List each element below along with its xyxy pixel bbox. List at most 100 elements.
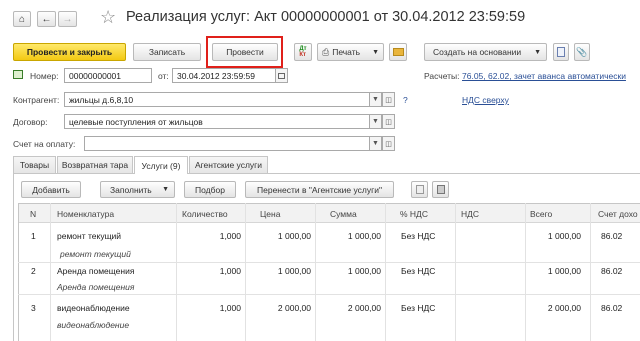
contractor-open-button[interactable]: ◫	[382, 92, 395, 107]
tab-returnable-containers[interactable]: Возвратная тара	[57, 156, 133, 173]
copy-icon	[415, 185, 424, 194]
create-based-on-button[interactable]: Создать на основании ▼	[424, 43, 547, 61]
paperclip-icon: 📎	[576, 46, 588, 57]
date-label: от:	[158, 71, 169, 81]
row-price: 1 000,00	[277, 231, 311, 241]
table-row[interactable]	[19, 295, 640, 341]
print-button[interactable]: ⎙ Печать ▼	[317, 43, 384, 61]
number-label: Номер:	[30, 71, 59, 81]
document-status-icon	[13, 70, 23, 79]
contract-field[interactable]: целевые поступления от жильцов	[64, 114, 370, 129]
column-header-price[interactable]: Цена	[260, 209, 280, 219]
row-income-account: 86.02	[601, 303, 623, 313]
tab-services[interactable]: Услуги (9)	[134, 156, 188, 174]
contractor-dropdown-button[interactable]: ▼	[369, 92, 382, 107]
row-quantity: 1,000	[219, 266, 241, 276]
row-number: 1	[31, 231, 36, 241]
row-sum: 1 000,00	[347, 266, 381, 276]
back-button[interactable]: ←	[37, 11, 56, 27]
help-link[interactable]: ?	[403, 95, 408, 105]
attach-button[interactable]: 📎	[574, 43, 590, 61]
post-button[interactable]: Провести	[212, 43, 278, 61]
settlements-link[interactable]: 76.05, 62.02, зачет аванса автоматически	[462, 71, 626, 81]
contract-dropdown-button[interactable]: ▼	[369, 114, 382, 129]
page-title: Реализация услуг: Акт 00000000001 от 30.…	[126, 9, 526, 25]
row-quantity: 1,000	[219, 231, 241, 241]
invoice-dropdown-button[interactable]: ▼	[369, 136, 382, 151]
chevron-down-icon: ▼	[372, 96, 379, 103]
report-button[interactable]	[553, 43, 569, 61]
row-vat-rate: Без НДС	[401, 303, 436, 313]
arrow-right-icon: →	[62, 13, 73, 25]
settlements-label: Расчеты:	[424, 71, 460, 81]
open-link-icon: ◫	[385, 140, 392, 148]
row-income-account: 86.02	[601, 266, 623, 276]
envelope-icon	[392, 48, 404, 56]
column-header-total[interactable]: Всего	[530, 209, 552, 219]
invoice-open-button[interactable]: ◫	[382, 136, 395, 151]
home-icon: ⌂	[18, 13, 26, 25]
column-header-nomenclature[interactable]: Номенклатура	[57, 209, 114, 219]
row-nomenclature: Аренда помещения	[57, 266, 135, 276]
arrow-left-icon: ←	[41, 13, 52, 25]
row-vat-rate: Без НДС	[401, 266, 436, 276]
chevron-down-icon: ▼	[372, 118, 379, 125]
favorite-star-icon[interactable]: ☆	[100, 7, 116, 28]
dropdown-arrow-icon: ▼	[162, 186, 169, 193]
row-sum: 2 000,00	[347, 303, 381, 313]
row-number: 2	[31, 266, 36, 276]
paste-rows-button[interactable]	[432, 181, 449, 198]
contractor-label: Контрагент:	[13, 95, 60, 105]
vat-link[interactable]: НДС сверху	[462, 95, 509, 105]
tab-goods[interactable]: Товары	[13, 156, 56, 173]
print-label: Печать	[332, 47, 361, 57]
home-button[interactable]: ⌂	[13, 11, 31, 27]
invoice-field[interactable]	[84, 136, 370, 151]
row-nomenclature: ремонт текущий	[57, 231, 122, 241]
create-based-on-label: Создать на основании	[433, 47, 522, 57]
column-header-n[interactable]: N	[30, 209, 36, 219]
fill-button[interactable]: Заполнить ▼	[100, 181, 175, 198]
tab-agent-services[interactable]: Агентские услуги	[189, 156, 268, 173]
row-sum: 1 000,00	[347, 231, 381, 241]
select-button[interactable]: Подбор	[184, 181, 236, 198]
row-total: 2 000,00	[547, 303, 581, 313]
contract-open-button[interactable]: ◫	[382, 114, 395, 129]
save-button[interactable]: Записать	[133, 43, 201, 61]
open-link-icon: ◫	[385, 96, 392, 104]
dt-kt-button[interactable]: Дт Кт	[294, 43, 312, 61]
date-field[interactable]: 30.04.2012 23:59:59	[172, 68, 276, 83]
column-header-quantity[interactable]: Количество	[182, 209, 228, 219]
paste-icon	[436, 185, 445, 194]
row-content: ремонт текущий	[60, 249, 131, 259]
row-total: 1 000,00	[547, 231, 581, 241]
invoice-label: Счет на оплату:	[13, 139, 76, 149]
row-content: видеонаблюдение	[57, 320, 130, 330]
row-vat-rate: Без НДС	[401, 231, 436, 241]
row-nomenclature: видеонаблюдение	[57, 303, 130, 313]
copy-rows-button[interactable]	[411, 181, 428, 198]
dropdown-arrow-icon: ▼	[534, 48, 541, 56]
contract-label: Договор:	[13, 117, 48, 127]
contractor-field[interactable]: жильцы д.6,8,10	[64, 92, 370, 107]
post-and-close-button[interactable]: Провести и закрыть	[13, 43, 126, 61]
row-quantity: 1,000	[219, 303, 241, 313]
row-content: Аренда помещения	[57, 282, 135, 292]
row-total: 1 000,00	[547, 266, 581, 276]
column-header-vat[interactable]: НДС	[461, 209, 479, 219]
row-price: 1 000,00	[277, 266, 311, 276]
calendar-button[interactable]	[275, 68, 288, 83]
number-field[interactable]: 00000000001	[64, 68, 152, 83]
open-link-icon: ◫	[385, 118, 392, 126]
add-row-button[interactable]: Добавить	[21, 181, 81, 198]
dt-kt-icon: Дт Кт	[299, 46, 307, 58]
dropdown-arrow-icon: ▼	[372, 48, 379, 56]
column-header-vat-rate[interactable]: % НДС	[400, 209, 428, 219]
calendar-icon	[278, 72, 285, 79]
move-to-agent-services-button[interactable]: Перенести в "Агентские услуги"	[245, 181, 394, 198]
forward-button[interactable]: →	[58, 11, 77, 27]
column-header-sum[interactable]: Сумма	[330, 209, 357, 219]
column-header-income-account[interactable]: Счет дохо	[598, 209, 638, 219]
email-button[interactable]	[389, 43, 407, 61]
chevron-down-icon: ▼	[372, 140, 379, 147]
